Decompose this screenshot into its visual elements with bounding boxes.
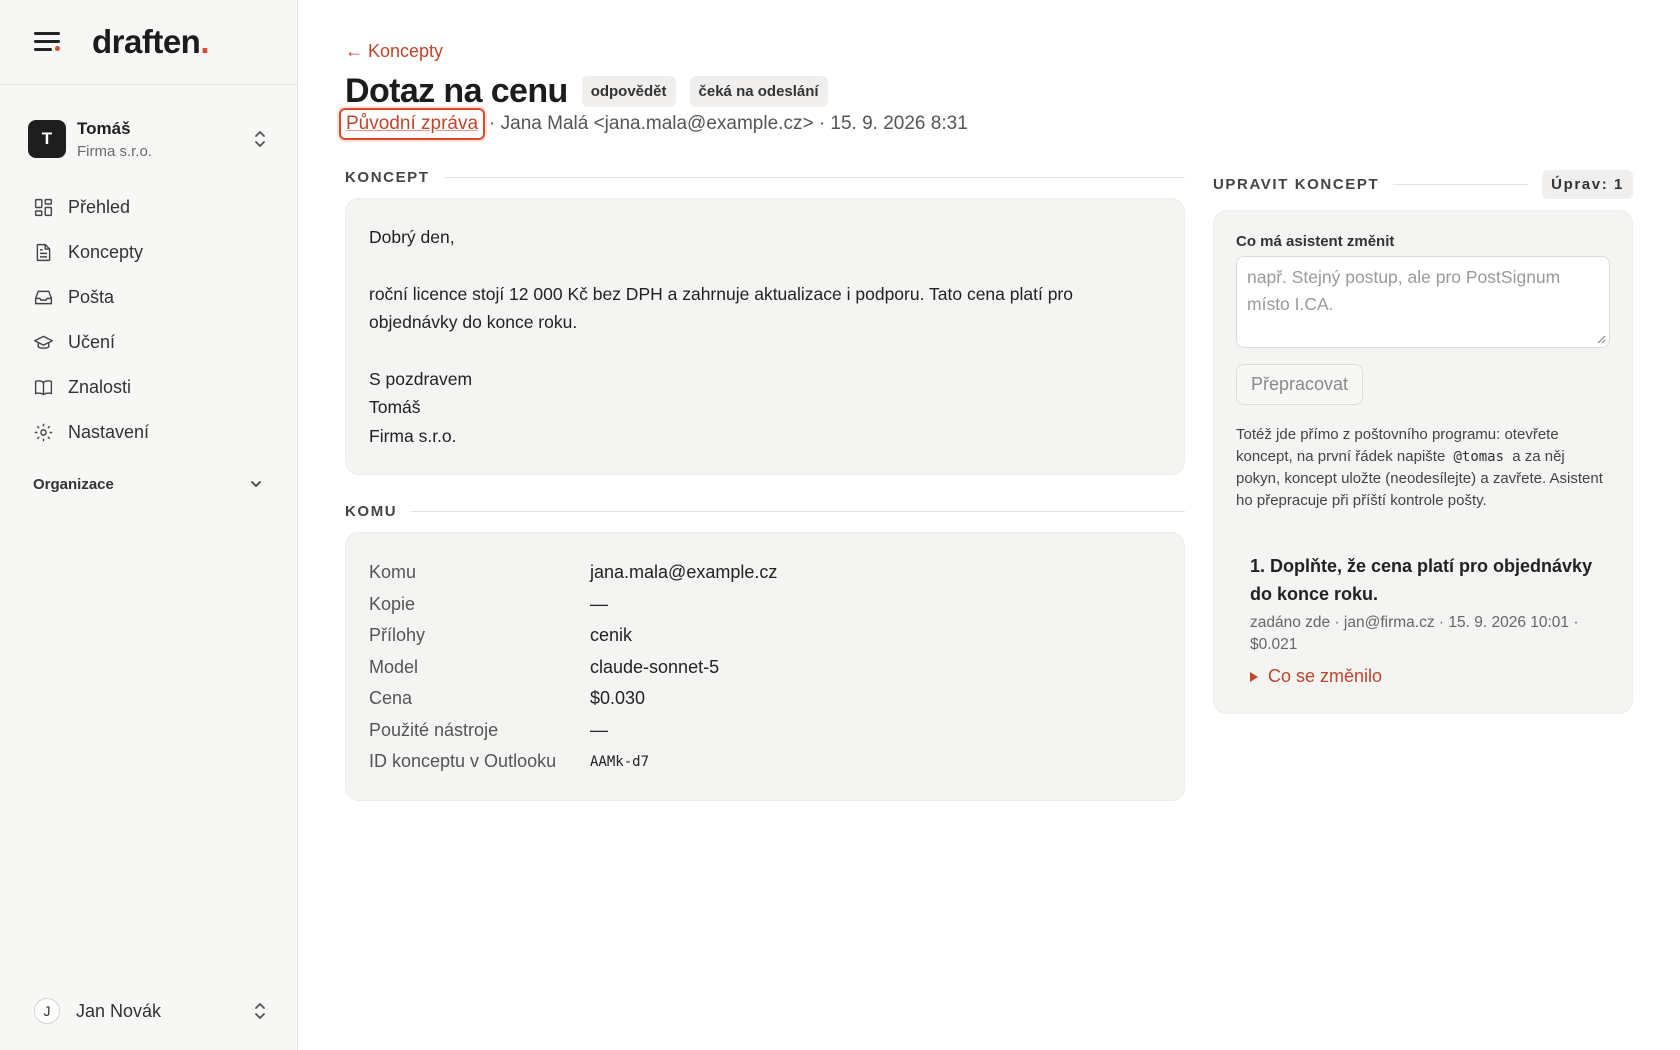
chevron-updown-icon bbox=[255, 131, 265, 147]
detail-value: $0.030 bbox=[590, 688, 646, 709]
what-changed-label: Co se změnilo bbox=[1268, 666, 1383, 686]
detail-key: ID konceptu v Outlooku bbox=[369, 751, 557, 772]
graduation-cap-icon bbox=[34, 335, 53, 349]
inbox-icon bbox=[34, 290, 53, 305]
section-label-recipients: KOMU bbox=[345, 503, 1185, 520]
nav-label: Pošta bbox=[68, 287, 115, 307]
detail-value: AAMk-d7 bbox=[590, 753, 650, 770]
instruction-label: Co má asistent změnit bbox=[1236, 233, 1395, 250]
detail-key: Kopie bbox=[369, 593, 416, 614]
user-name: Jan Novák bbox=[76, 1000, 162, 1021]
nav-item-posta[interactable]: Pošta bbox=[0, 275, 297, 320]
detail-value: — bbox=[590, 593, 608, 614]
draft-signature-name: Tomáš bbox=[369, 397, 421, 417]
message-meta: Původní zpráva · Jana Malá <jana.mala@ex… bbox=[339, 108, 968, 140]
instruction-placeholder: např. Stejný postup, ale pro PostSignum … bbox=[1247, 267, 1561, 314]
detail-row: Cena $0.030 bbox=[369, 683, 1161, 715]
detail-row: Přílohy cenik bbox=[369, 620, 1161, 652]
document-icon bbox=[36, 243, 51, 262]
brand-logo[interactable]: draften. bbox=[92, 23, 209, 61]
detail-key: Přílohy bbox=[369, 625, 426, 646]
mention-code: @tomas bbox=[1453, 449, 1505, 465]
edit-history: 1. Doplňte, že cena platí pro objednávky… bbox=[1236, 552, 1610, 687]
dashboard-icon bbox=[34, 198, 53, 217]
disclosure-triangle-icon bbox=[1250, 671, 1258, 682]
history-item-title: 1. Doplňte, že cena platí pro objednávky… bbox=[1250, 556, 1593, 604]
edit-section: UPRAVIT KONCEPT Úprav: 1 Co má asistent … bbox=[1213, 170, 1633, 714]
chevron-down-icon bbox=[251, 481, 261, 487]
detail-key: Model bbox=[369, 656, 419, 677]
status-badge-reply: odpovědět bbox=[581, 76, 676, 107]
draft-body: roční licence stojí 12 000 Kč bez DPH a … bbox=[369, 283, 1073, 333]
detail-key: Komu bbox=[369, 562, 417, 583]
section-label-draft: KONCEPT bbox=[345, 169, 1185, 186]
help-text: Totéž jde přímo z poštovního programu: o… bbox=[1236, 426, 1603, 509]
detail-row: Použité nástroje — bbox=[369, 715, 1161, 747]
detail-row: Kopie — bbox=[369, 589, 1161, 621]
account-switcher[interactable]: T Tomáš Firma s.r.o. bbox=[0, 115, 297, 163]
detail-row: ID konceptu v Outlooku AAMk-d7 bbox=[369, 746, 1161, 778]
draft-card: Dobrý den, roční licence stojí 12 000 Kč… bbox=[345, 198, 1185, 475]
detail-row: Komu jana.mala@example.cz bbox=[369, 557, 1161, 589]
back-to-drafts-link[interactable]: ← Koncepty bbox=[345, 41, 443, 62]
recipients-section: KOMU Komu jana.mala@example.cz Kopie — Pří… bbox=[345, 503, 1185, 801]
user-avatar: J bbox=[34, 998, 60, 1024]
organization-label: Organizace bbox=[33, 475, 114, 493]
detail-value: — bbox=[590, 719, 608, 740]
recipients-card: Komu jana.mala@example.cz Kopie — Přílohy c… bbox=[345, 532, 1185, 801]
section-label-edit: UPRAVIT KONCEPT Úprav: 1 bbox=[1213, 170, 1633, 199]
nav-item-uceni[interactable]: Učení bbox=[0, 320, 297, 365]
original-message-link[interactable]: Původní zpráva bbox=[339, 108, 486, 140]
edits-count-badge: Úprav: 1 bbox=[1542, 170, 1633, 199]
nav-label: Učení bbox=[68, 332, 116, 352]
draft-closing: S pozdravem bbox=[369, 368, 473, 389]
brand-header: draften. bbox=[0, 0, 297, 85]
main-nav: Přehled Koncepty Pošta Učení Znalosti Na… bbox=[0, 185, 297, 455]
book-icon bbox=[34, 380, 53, 396]
nav-label: Znalosti bbox=[68, 377, 132, 397]
nav-label: Nastavení bbox=[68, 422, 150, 442]
title-row: Dotaz na cenu odpovědět čeká na odeslání bbox=[345, 72, 828, 111]
what-changed-toggle[interactable]: Co se změnilo bbox=[1250, 666, 1610, 687]
gear-icon bbox=[34, 423, 53, 442]
nav-item-koncepty[interactable]: Koncepty bbox=[0, 230, 297, 275]
resize-grip-icon[interactable] bbox=[1596, 334, 1606, 344]
nav-item-prehled[interactable]: Přehled bbox=[0, 185, 297, 230]
nav-item-nastaveni[interactable]: Nastavení bbox=[0, 410, 297, 455]
detail-key: Použité nástroje bbox=[369, 719, 499, 740]
nav-item-znalosti[interactable]: Znalosti bbox=[0, 365, 297, 410]
sender-meta: · Jana Malá <jana.mala@example.cz> · 15.… bbox=[489, 113, 968, 134]
edit-card: Co má asistent změnit např. Stejný postu… bbox=[1213, 210, 1633, 714]
main-content: ← Koncepty Dotaz na cenu odpovědět čeká … bbox=[339, 0, 1680, 1050]
account-avatar: T bbox=[28, 120, 66, 158]
detail-value: claude-sonnet-5 bbox=[590, 656, 720, 677]
account-name: Tomáš bbox=[77, 118, 131, 138]
detail-value: jana.mala@example.cz bbox=[590, 562, 778, 583]
page-title: Dotaz na cenu bbox=[345, 72, 568, 110]
rework-button[interactable]: Přepracovat bbox=[1236, 364, 1364, 405]
sidebar: draften. T Tomáš Firma s.r.o. Přehled Ko… bbox=[0, 0, 298, 1050]
detail-value: cenik bbox=[590, 625, 633, 646]
draft-section: KONCEPT Dobrý den, roční licence stojí 1… bbox=[345, 169, 1185, 475]
organization-toggle[interactable]: Organizace bbox=[0, 469, 297, 499]
detail-row: Model claude-sonnet-5 bbox=[369, 652, 1161, 684]
user-menu[interactable]: J Jan Novák bbox=[34, 995, 267, 1027]
draft-greeting: Dobrý den, bbox=[369, 227, 455, 247]
menu-icon[interactable] bbox=[34, 32, 60, 52]
status-badge-pending: čeká na odeslání bbox=[689, 76, 828, 107]
nav-label: Přehled bbox=[68, 197, 131, 217]
account-org: Firma s.r.o. bbox=[77, 142, 153, 160]
chevron-updown-icon bbox=[255, 1003, 265, 1019]
nav-label: Koncepty bbox=[68, 242, 144, 262]
history-item-meta: zadáno zde · jan@firma.cz · 15. 9. 2026 … bbox=[1250, 614, 1579, 653]
draft-signature-org: Firma s.r.o. bbox=[369, 425, 457, 446]
instruction-input[interactable]: např. Stejný postup, ale pro PostSignum … bbox=[1236, 256, 1610, 348]
detail-key: Cena bbox=[369, 688, 413, 709]
